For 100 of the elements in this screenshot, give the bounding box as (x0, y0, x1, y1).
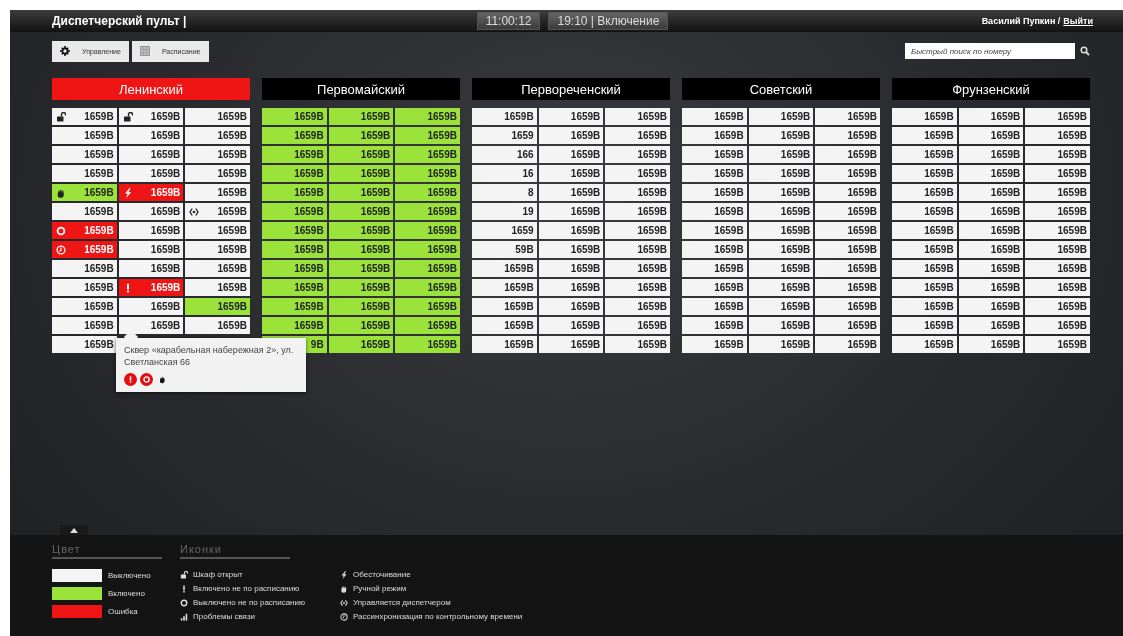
number-cell[interactable]: 1659В (538, 108, 604, 125)
number-cell[interactable]: 1659 (472, 127, 537, 144)
number-cell[interactable]: 1659В (682, 127, 747, 144)
number-cell[interactable]: 19 (472, 203, 537, 220)
district-tab[interactable]: Советский (682, 78, 880, 100)
number-cell[interactable]: 1659В (52, 241, 117, 258)
number-cell[interactable]: 1659В (472, 279, 537, 296)
district-tab[interactable]: Ленинский (52, 78, 250, 100)
number-cell[interactable]: 1659В (52, 279, 117, 296)
number-cell[interactable]: 1659В (328, 184, 394, 201)
number-cell[interactable]: 1659В (748, 260, 814, 277)
number-cell[interactable]: 16 (472, 165, 537, 182)
number-cell[interactable]: 1659В (748, 127, 814, 144)
number-cell[interactable]: 1659В (118, 298, 184, 315)
number-cell[interactable]: 1659В (815, 108, 880, 125)
district-tab[interactable]: Первомайский (262, 78, 460, 100)
number-cell[interactable]: 1659В (958, 165, 1024, 182)
number-cell[interactable]: 1659В (395, 241, 460, 258)
number-cell[interactable]: 1659В (1025, 260, 1090, 277)
number-cell[interactable]: 8 (472, 184, 537, 201)
number-cell[interactable]: 1659В (1025, 298, 1090, 315)
search-field[interactable]: Быстрый поиск по номеру (905, 43, 1075, 59)
number-cell[interactable]: 1659В (262, 165, 327, 182)
number-cell[interactable]: 1659В (185, 222, 250, 239)
number-cell[interactable]: 1659В (328, 336, 394, 353)
number-cell[interactable]: 1659В (328, 317, 394, 334)
number-cell[interactable]: 1659В (682, 203, 747, 220)
number-cell[interactable]: 1659В (185, 184, 250, 201)
number-cell[interactable]: 1659В (52, 336, 117, 353)
number-cell[interactable]: 1659В (605, 298, 670, 315)
number-cell[interactable]: 1659В (892, 260, 957, 277)
number-cell[interactable]: 1659В (682, 336, 747, 353)
number-cell[interactable]: 1659В (815, 317, 880, 334)
number-cell[interactable]: 1659В (472, 108, 537, 125)
number-cell[interactable]: 1659В (118, 222, 184, 239)
number-cell[interactable]: 1659В (682, 222, 747, 239)
number-cell[interactable]: 1659В (395, 336, 460, 353)
number-cell[interactable]: 1659В (538, 298, 604, 315)
number-cell[interactable]: 1659В (605, 222, 670, 239)
number-cell[interactable]: 1659В (328, 108, 394, 125)
number-cell[interactable]: 1659В (815, 203, 880, 220)
number-cell[interactable]: 1659В (1025, 146, 1090, 163)
number-cell[interactable]: 1659В (395, 317, 460, 334)
number-cell[interactable]: 1659В (395, 222, 460, 239)
number-cell[interactable]: 1659В (958, 203, 1024, 220)
number-cell[interactable]: 1659В (1025, 241, 1090, 258)
number-cell[interactable]: 1659В (958, 336, 1024, 353)
number-cell[interactable]: 1659В (815, 336, 880, 353)
number-cell[interactable]: 1659В (605, 336, 670, 353)
number-cell[interactable]: 1659В (1025, 108, 1090, 125)
number-cell[interactable]: 1659В (1025, 279, 1090, 296)
number-cell[interactable]: 1659В (538, 336, 604, 353)
number-cell[interactable]: 1659В (892, 127, 957, 144)
number-cell[interactable]: 1659В (185, 146, 250, 163)
number-cell[interactable]: 1659В (958, 108, 1024, 125)
number-cell[interactable]: 1659В (118, 260, 184, 277)
number-cell[interactable]: 1659В (892, 108, 957, 125)
number-cell[interactable]: 1659В (538, 317, 604, 334)
number-cell[interactable]: 1659В (262, 317, 327, 334)
number-cell[interactable]: 1659 (472, 222, 537, 239)
number-cell[interactable]: 1659В (892, 317, 957, 334)
number-cell[interactable]: 1659В (748, 165, 814, 182)
number-cell[interactable]: 166 (472, 146, 537, 163)
number-cell[interactable]: 1659В (538, 165, 604, 182)
number-cell[interactable]: 1659В (682, 298, 747, 315)
number-cell[interactable]: 1659В (958, 317, 1024, 334)
number-cell[interactable]: 1659В (892, 203, 957, 220)
number-cell[interactable]: 1659В (538, 241, 604, 258)
number-cell[interactable]: 1659В (52, 317, 117, 334)
number-cell[interactable]: 1659В (892, 336, 957, 353)
number-cell[interactable]: 1659В (395, 184, 460, 201)
number-cell[interactable]: 1659В (958, 146, 1024, 163)
number-cell[interactable]: 1659В (605, 127, 670, 144)
number-cell[interactable]: 1659В (185, 108, 250, 125)
collapse-button[interactable] (60, 525, 88, 535)
number-cell[interactable]: 1659В (682, 317, 747, 334)
number-cell[interactable]: 1659В (52, 203, 117, 220)
number-cell[interactable]: 1659В (52, 127, 117, 144)
number-cell[interactable]: 1659В (815, 260, 880, 277)
number-cell[interactable]: 1659В (682, 279, 747, 296)
number-cell[interactable]: 1659В (185, 203, 250, 220)
number-cell[interactable]: 1659В (118, 108, 184, 125)
number-cell[interactable]: 1659В (682, 108, 747, 125)
number-cell[interactable]: 1659В (328, 241, 394, 258)
number-cell[interactable]: 1659В (1025, 222, 1090, 239)
number-cell[interactable]: 1659В (1025, 127, 1090, 144)
number-cell[interactable]: 1659В (748, 108, 814, 125)
number-cell[interactable]: 1659В (185, 298, 250, 315)
number-cell[interactable]: 1659В (472, 260, 537, 277)
number-cell[interactable]: 1659В (262, 260, 327, 277)
number-cell[interactable]: 1659В (472, 336, 537, 353)
number-cell[interactable]: 1659В (538, 184, 604, 201)
number-cell[interactable]: 1659В (118, 127, 184, 144)
number-cell[interactable]: 1659В (118, 241, 184, 258)
number-cell[interactable]: 1659В (538, 279, 604, 296)
number-cell[interactable]: 1659В (958, 184, 1024, 201)
number-cell[interactable]: 1659В (538, 203, 604, 220)
number-cell[interactable]: 1659В (118, 203, 184, 220)
number-cell[interactable]: 1659В (748, 298, 814, 315)
number-cell[interactable]: 1659В (52, 222, 117, 239)
